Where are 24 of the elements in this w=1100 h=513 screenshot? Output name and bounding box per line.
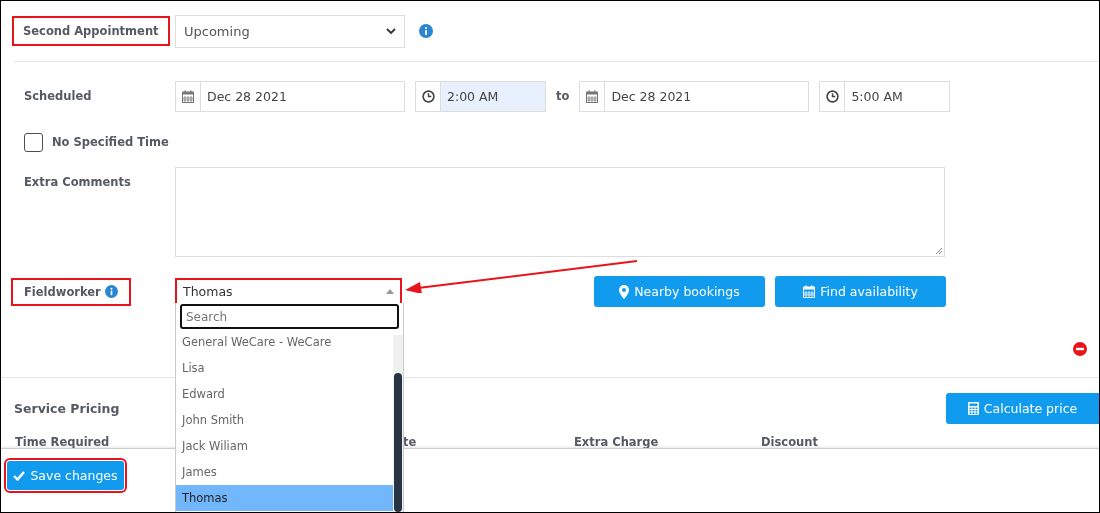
section-title: Service Pricing	[14, 400, 120, 416]
date-field[interactable]: Dec 28 2021	[175, 80, 405, 112]
status-select[interactable]: Upcoming	[175, 14, 405, 48]
separator-text: to	[556, 89, 570, 103]
column-header: te	[403, 435, 417, 449]
time-field[interactable]: 2:00 AM	[415, 80, 546, 112]
column-header: Time Required	[15, 435, 110, 449]
dropdown-option[interactable]: Thomas	[176, 485, 393, 511]
time-field[interactable]: 5:00 AM	[819, 80, 951, 112]
field-label: Second Appointment	[14, 18, 168, 44]
dropdown-option[interactable]: John Smith	[176, 407, 393, 433]
checkbox-label: No Specified Time	[52, 135, 169, 149]
dropdown-option[interactable]: Jack Wiliam	[176, 433, 393, 459]
dropdown-option[interactable]: Edward	[176, 381, 393, 407]
dropdown-option[interactable]: James	[176, 459, 393, 485]
field-label: Extra Comments	[24, 175, 131, 189]
column-header: Extra Charge	[574, 435, 659, 449]
dropdown-option[interactable]: General WeCare - WeCare	[176, 329, 393, 355]
column-header: Discount	[761, 435, 818, 449]
field-label: Fieldworker	[24, 284, 101, 299]
search-field[interactable]: Search	[180, 304, 399, 329]
date-field[interactable]: Dec 28 2021	[579, 80, 810, 112]
dropdown-option[interactable]: Lisa	[176, 355, 393, 381]
field-label: Scheduled	[24, 89, 92, 103]
